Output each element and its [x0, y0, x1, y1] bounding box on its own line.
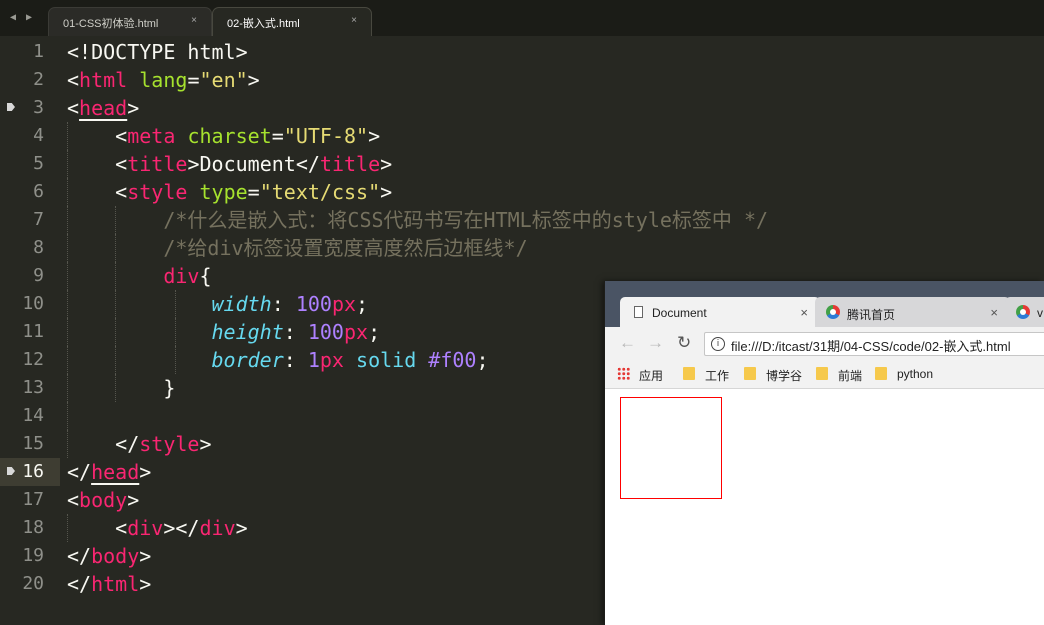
page-viewport — [605, 389, 1044, 625]
line-number: 5 — [33, 153, 44, 174]
code-line[interactable]: <head> — [67, 94, 1044, 122]
folder-icon — [875, 367, 887, 380]
fold-marker-icon[interactable] — [7, 103, 15, 111]
line-number: 20 — [22, 573, 44, 594]
reload-icon[interactable]: ↻ — [677, 333, 691, 353]
bookmark-boxuegu[interactable]: 博学谷 — [744, 367, 802, 384]
browser-tab-label: 腾讯首页 — [847, 308, 896, 322]
bookmark-apps[interactable]: 应用 — [617, 367, 663, 384]
bookmarks-bar: 应用 工作 博学谷 前端 python — [605, 361, 1044, 389]
line-number: 17 — [22, 489, 44, 510]
code-line[interactable]: <title>Document</title> — [67, 150, 1044, 178]
bookmark-frontend[interactable]: 前端 — [816, 367, 862, 384]
line-number: 3 — [0, 94, 60, 122]
line-number-current: 16 — [0, 458, 60, 486]
browser-tab-document[interactable]: Document × — [620, 297, 820, 327]
line-number: 10 — [22, 293, 44, 314]
browser-tab-strip: Document × 腾讯首页 × v — [605, 281, 1044, 327]
tab-nav-arrows-icon[interactable]: ◀ ▶ — [10, 12, 34, 23]
editor-tab-label: 01-CSS初体验.html — [63, 18, 159, 30]
folder-icon — [816, 367, 828, 380]
line-number: 15 — [22, 433, 44, 454]
fold-marker-icon[interactable] — [7, 467, 15, 475]
line-number: 7 — [33, 209, 44, 230]
browser-window: Document × 腾讯首页 × v ← → ↻ i file:///D:/i… — [605, 281, 1044, 625]
code-line[interactable]: <html lang="en"> — [67, 66, 1044, 94]
browser-tab-label: v — [1037, 306, 1043, 320]
line-number: 13 — [22, 377, 44, 398]
code-line[interactable]: /*什么是嵌入式：将CSS代码书写在HTML标签中的style标签中 */ — [67, 206, 1044, 234]
close-icon[interactable]: × — [191, 15, 197, 26]
browser-tab-label: Document — [652, 306, 707, 320]
close-icon[interactable]: × — [800, 305, 808, 320]
line-number: 9 — [33, 265, 44, 286]
page-icon — [634, 306, 643, 318]
browser-tab-partial[interactable]: v — [1005, 297, 1044, 327]
rendered-red-border-div — [620, 397, 722, 499]
editor-tab-css-intro[interactable]: 01-CSS初体验.html × — [48, 7, 212, 36]
editor-tab-label: 02-嵌入式.html — [227, 18, 300, 30]
code-line[interactable]: <!DOCTYPE html> — [67, 38, 1044, 66]
apps-grid-icon — [617, 367, 630, 380]
code-line[interactable]: /*给div标签设置宽度高度然后边框线*/ — [67, 234, 1044, 262]
bookmark-work[interactable]: 工作 — [683, 367, 729, 384]
code-line[interactable]: <style type="text/css"> — [67, 178, 1044, 206]
info-icon[interactable]: i — [711, 337, 725, 351]
line-number: 1 — [33, 41, 44, 62]
line-number-gutter: 1 2 3 4 5 6 7 8 9 10 11 12 13 14 15 16 1… — [0, 38, 60, 598]
address-bar[interactable]: i file:///D:/itcast/31期/04-CSS/code/02-嵌… — [704, 332, 1044, 356]
line-number: 19 — [22, 545, 44, 566]
browser-logo-icon — [1016, 305, 1030, 319]
line-number: 11 — [22, 321, 44, 342]
browser-tab-tencent[interactable]: 腾讯首页 × — [815, 297, 1010, 327]
forward-arrow-icon[interactable]: → — [647, 333, 664, 353]
editor-tab-bar: ◀ ▶ 01-CSS初体验.html × 02-嵌入式.html × — [0, 0, 1044, 36]
browser-logo-icon — [826, 305, 840, 319]
line-number: 2 — [33, 69, 44, 90]
line-number: 8 — [33, 237, 44, 258]
line-number: 18 — [22, 517, 44, 538]
address-url: file:///D:/itcast/31期/04-CSS/code/02-嵌入式… — [731, 339, 1011, 354]
folder-icon — [683, 367, 695, 380]
line-number: 6 — [33, 181, 44, 202]
bookmark-python[interactable]: python — [875, 367, 933, 381]
line-number: 14 — [22, 405, 44, 426]
code-line[interactable]: <meta charset="UTF-8"> — [67, 122, 1044, 150]
line-number: 4 — [33, 125, 44, 146]
back-arrow-icon[interactable]: ← — [619, 333, 636, 353]
folder-icon — [744, 367, 756, 380]
browser-toolbar: ← → ↻ i file:///D:/itcast/31期/04-CSS/cod… — [605, 327, 1044, 361]
editor-tab-embedded[interactable]: 02-嵌入式.html × — [212, 7, 372, 36]
line-number: 12 — [22, 349, 44, 370]
close-icon[interactable]: × — [351, 15, 357, 26]
close-icon[interactable]: × — [990, 305, 998, 320]
